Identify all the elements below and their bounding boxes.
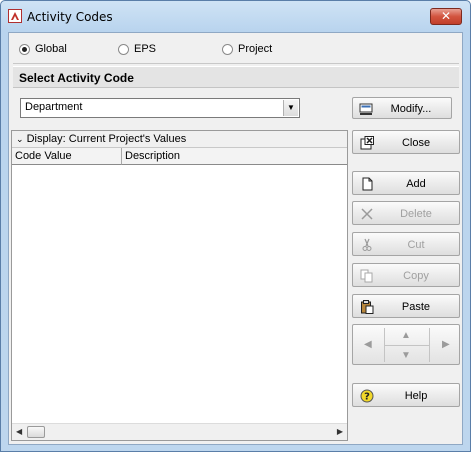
delete-button[interactable]: Delete bbox=[352, 201, 460, 225]
add-label: Add bbox=[406, 178, 426, 190]
activity-codes-window: Activity Codes ✕ Global EPS Project Sele… bbox=[0, 0, 471, 452]
chevron-down-icon[interactable]: ⌄ bbox=[16, 134, 24, 144]
column-header-description[interactable]: Description bbox=[122, 148, 347, 165]
scope-eps-label: EPS bbox=[134, 43, 157, 55]
scope-global-label: Global bbox=[35, 43, 67, 55]
display-label: Display: Current Project's Values bbox=[26, 133, 187, 145]
dropdown-arrow-icon[interactable]: ▼ bbox=[283, 100, 298, 116]
help-label: Help bbox=[404, 390, 428, 402]
column-header-code-value[interactable]: Code Value bbox=[12, 148, 122, 165]
scroll-left-icon[interactable]: ◀ bbox=[16, 427, 22, 436]
radio-button-icon[interactable] bbox=[118, 43, 129, 55]
divider bbox=[429, 328, 430, 362]
code-values-grid[interactable]: ⌄ Display: Current Project's Values Code… bbox=[11, 130, 348, 441]
scroll-thumb[interactable] bbox=[27, 426, 45, 438]
move-arrows-pad: ◀ ▲ ▼ ▶ bbox=[352, 324, 460, 365]
close-label: Close bbox=[401, 137, 431, 149]
modify-label: Modify... bbox=[390, 103, 432, 115]
activity-code-select[interactable]: Department ▼ bbox=[20, 98, 300, 118]
paste-label: Paste bbox=[401, 301, 431, 313]
copy-label: Copy bbox=[403, 270, 429, 282]
scope-project-radio[interactable]: Project bbox=[222, 43, 272, 55]
move-left-icon[interactable]: ◀ bbox=[364, 339, 372, 350]
dialog-client: Global EPS Project Select Activity Code … bbox=[8, 32, 463, 445]
window-title: Activity Codes bbox=[27, 10, 113, 24]
copy-button[interactable]: Copy bbox=[352, 263, 460, 287]
scope-selector: Global EPS Project bbox=[13, 37, 459, 61]
help-button[interactable]: ? Help bbox=[352, 383, 460, 407]
paste-button[interactable]: Paste bbox=[352, 294, 460, 318]
title-bar[interactable]: Activity Codes ✕ bbox=[1, 1, 470, 32]
activity-code-value: Department bbox=[25, 101, 83, 113]
divider bbox=[13, 63, 459, 64]
radio-button-icon[interactable] bbox=[222, 43, 233, 55]
scope-project-label: Project bbox=[238, 43, 273, 55]
primavera-icon bbox=[8, 9, 22, 23]
scope-eps-radio[interactable]: EPS bbox=[118, 43, 156, 55]
scope-global-radio[interactable]: Global bbox=[19, 43, 67, 55]
section-title: Select Activity Code bbox=[13, 66, 459, 88]
horizontal-scrollbar[interactable]: ◀ ▶ bbox=[12, 423, 347, 440]
divider bbox=[385, 345, 429, 346]
move-right-icon[interactable]: ▶ bbox=[442, 339, 450, 350]
radio-button-icon[interactable] bbox=[19, 43, 30, 55]
display-options-bar[interactable]: ⌄ Display: Current Project's Values bbox=[12, 131, 347, 148]
add-button[interactable]: Add bbox=[352, 171, 460, 195]
modify-button[interactable]: Modify... bbox=[352, 97, 452, 119]
cut-label: Cut bbox=[407, 239, 425, 251]
window-close-button[interactable]: ✕ bbox=[430, 8, 462, 25]
move-down-icon[interactable]: ▼ bbox=[401, 350, 411, 361]
scroll-right-icon[interactable]: ▶ bbox=[337, 427, 343, 436]
close-button[interactable]: Close bbox=[352, 130, 460, 154]
delete-label: Delete bbox=[400, 208, 432, 220]
cut-button[interactable]: Cut bbox=[352, 232, 460, 256]
move-up-icon[interactable]: ▲ bbox=[401, 330, 411, 341]
